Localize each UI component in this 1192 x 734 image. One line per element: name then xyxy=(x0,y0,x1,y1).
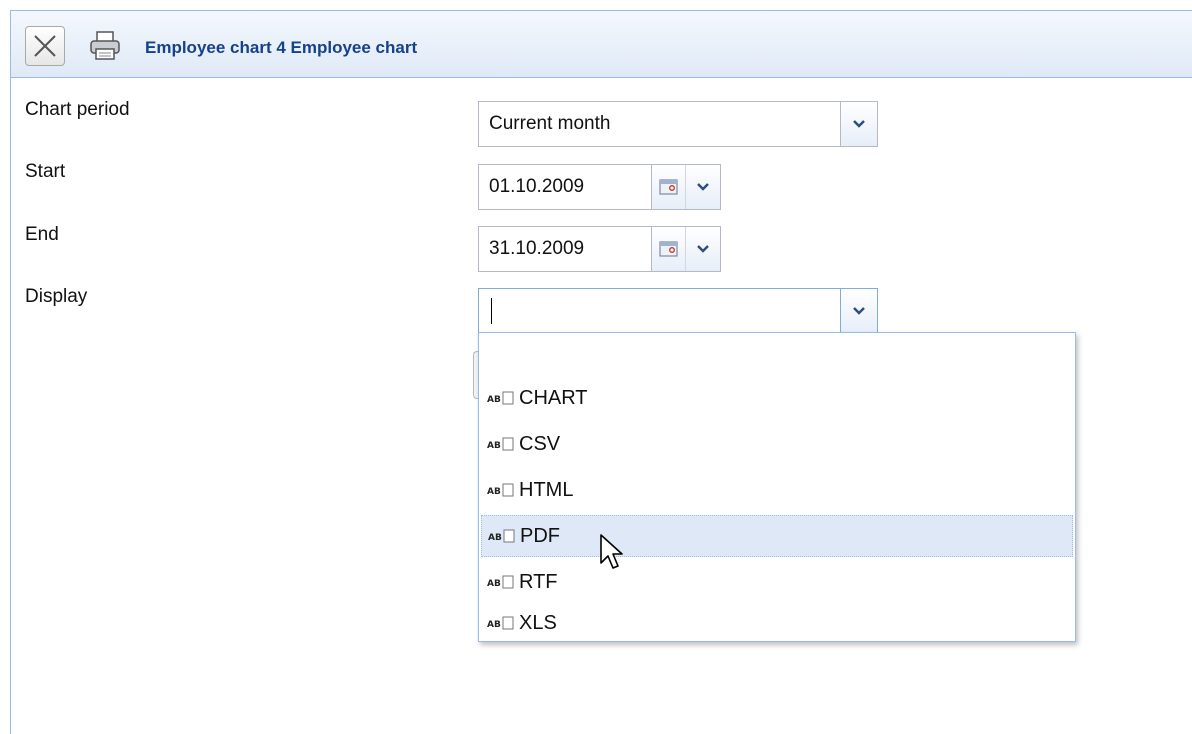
option-rtf[interactable]: AB RTF xyxy=(481,561,1073,603)
chevron-down-icon xyxy=(697,245,709,253)
text-field-icon: AB xyxy=(487,616,515,630)
end-calendar-button[interactable] xyxy=(651,227,686,271)
option-label: PDF xyxy=(520,524,560,547)
start-label: Start xyxy=(25,161,66,182)
mouse-pointer-icon xyxy=(600,534,623,569)
chart-period-value: Current month xyxy=(489,113,611,134)
display-options-list: AB CHART AB CSV AB HTML AB PDF AB RTF AB… xyxy=(478,332,1076,642)
start-dropdown-trigger[interactable] xyxy=(685,165,720,209)
window-title: Employee chart 4 Employee chart xyxy=(145,38,418,57)
print-button[interactable] xyxy=(85,26,125,66)
svg-text:AB: AB xyxy=(487,395,501,405)
display-select[interactable] xyxy=(478,288,878,334)
text-field-icon: AB xyxy=(487,575,515,589)
display-dropdown-trigger[interactable] xyxy=(840,289,877,333)
printer-icon xyxy=(90,31,120,60)
svg-text:AB: AB xyxy=(488,533,502,543)
chevron-down-icon xyxy=(697,183,709,191)
start-date-value: 01.10.2009 xyxy=(489,176,585,197)
chevron-down-icon xyxy=(853,120,865,128)
chevron-down-icon xyxy=(853,307,865,315)
end-date-field[interactable]: 31.10.2009 xyxy=(478,226,721,272)
calendar-icon xyxy=(659,241,678,257)
text-field-icon: AB xyxy=(487,437,515,451)
start-calendar-button[interactable] xyxy=(651,165,686,209)
option-label: XLS xyxy=(519,611,557,634)
end-date-value: 31.10.2009 xyxy=(489,238,585,259)
start-date-field[interactable]: 01.10.2009 xyxy=(478,164,721,210)
option-label: RTF xyxy=(519,570,558,593)
text-field-icon: AB xyxy=(487,391,515,405)
svg-text:AB: AB xyxy=(487,441,501,451)
close-button[interactable] xyxy=(25,26,65,66)
option-pdf[interactable]: AB PDF xyxy=(481,515,1073,557)
option-xls[interactable]: AB XLS xyxy=(481,607,1073,639)
option-csv[interactable]: AB CSV xyxy=(481,423,1073,465)
window-toolbar: Employee chart 4 Employee chart xyxy=(11,11,1192,78)
end-label: End xyxy=(25,224,59,245)
end-dropdown-trigger[interactable] xyxy=(685,227,720,271)
close-icon xyxy=(34,35,56,57)
option-label: HTML xyxy=(519,478,574,501)
svg-text:AB: AB xyxy=(487,620,501,630)
calendar-icon xyxy=(659,179,678,195)
chart-period-select[interactable]: Current month xyxy=(478,101,878,147)
svg-text:AB: AB xyxy=(487,579,501,589)
text-field-icon: AB xyxy=(487,483,515,497)
display-label: Display xyxy=(25,286,88,307)
option-chart[interactable]: AB CHART xyxy=(481,377,1073,419)
option-label: CSV xyxy=(519,432,561,455)
text-field-icon: AB xyxy=(488,529,516,543)
option-html[interactable]: AB HTML xyxy=(481,469,1073,511)
report-window: Employee chart 4 Employee chart Chart pe… xyxy=(10,10,1192,734)
option-label: CHART xyxy=(519,386,588,409)
text-caret xyxy=(491,298,492,324)
chart-period-dropdown-trigger[interactable] xyxy=(840,102,877,146)
svg-text:AB: AB xyxy=(487,487,501,497)
chart-period-label: Chart period xyxy=(25,99,130,120)
